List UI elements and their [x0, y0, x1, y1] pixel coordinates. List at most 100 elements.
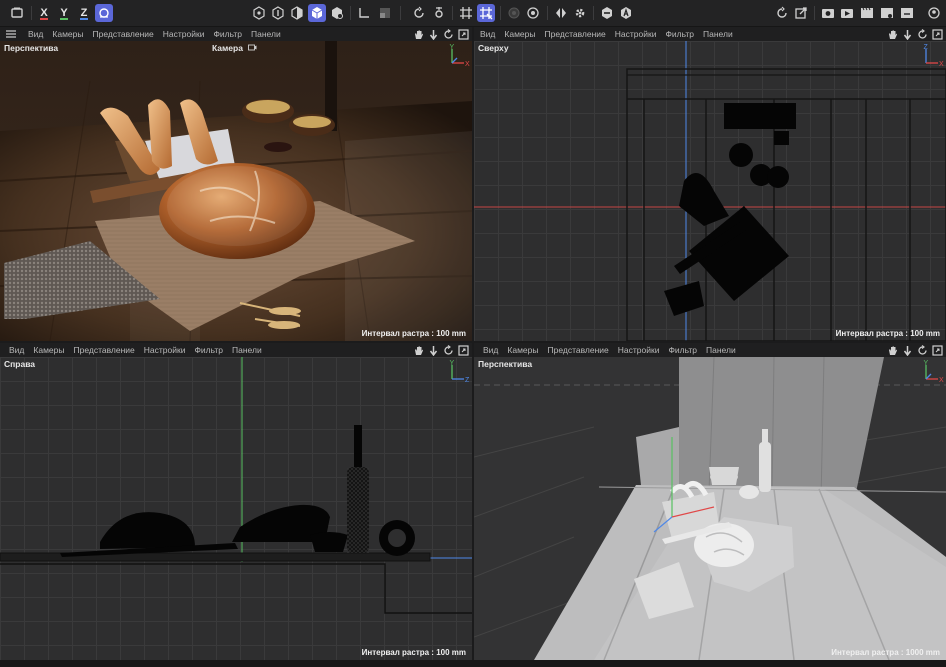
menu-display[interactable]: Представление [544, 29, 605, 39]
menu-options[interactable]: Настройки [163, 29, 205, 39]
menu-options[interactable]: Настройки [615, 29, 657, 39]
world-coordinates-icon[interactable] [95, 4, 113, 22]
record-icon[interactable] [505, 4, 523, 22]
workplane-icon[interactable] [477, 4, 495, 22]
viewport-perspective-textured[interactable]: Вид Камеры Представление Настройки Фильт… [0, 27, 472, 341]
viewport-title: Перспектива [4, 43, 59, 53]
keyframe-icon[interactable] [524, 4, 542, 22]
axis-mode-icon[interactable] [355, 4, 373, 22]
hamburger-menu-icon[interactable] [3, 27, 19, 41]
grid-icon[interactable] [457, 4, 475, 22]
gizmo-x-label: X [939, 377, 944, 384]
menu-filter[interactable]: Фильтр [194, 345, 223, 355]
axis-gizmo: Y X [446, 43, 471, 69]
top-view-silhouettes [474, 41, 946, 341]
z-axis-lock-button[interactable]: Z [75, 4, 93, 22]
viewport-menubar: Вид Камеры Представление Настройки Фильт… [0, 343, 472, 357]
viewport-canvas[interactable]: Справа Y Z Интервал растра : 100 mm [0, 357, 472, 660]
y-axis-lock-button[interactable]: Y [55, 4, 73, 22]
dolly-arrow-icon[interactable] [901, 28, 913, 40]
menu-cameras[interactable]: Камеры [33, 345, 64, 355]
grid-spacing-label: Интервал растра : 100 mm [361, 329, 466, 338]
edges-mode-icon[interactable] [269, 4, 287, 22]
grid-spacing-label: Интервал растра : 100 mm [361, 648, 466, 657]
model-mode-icon[interactable] [308, 4, 326, 22]
menu-options[interactable]: Настройки [144, 345, 186, 355]
render-view-icon[interactable] [819, 4, 837, 22]
polygons-mode-icon[interactable] [288, 4, 306, 22]
viewport-title: Сверху [478, 43, 509, 53]
snap-mode-icon[interactable] [376, 4, 394, 22]
hexagon-icon[interactable] [598, 4, 616, 22]
gizmo-z-label: Z [465, 377, 470, 384]
menu-filter[interactable]: Фильтр [668, 345, 697, 355]
gizmo-z-label: Z [924, 44, 929, 51]
viewport-perspective-shaded[interactable]: Вид Камеры Представление Настройки Фильт… [474, 343, 946, 660]
film-settings-icon[interactable] [878, 4, 896, 22]
orbit-icon[interactable] [916, 28, 928, 40]
viewport-canvas[interactable]: Перспектива Камера Y X Интервал растра :… [0, 41, 472, 341]
menu-view[interactable]: Вид [483, 345, 498, 355]
axis-gizmo: Z X [920, 43, 945, 69]
menu-panels[interactable]: Панели [251, 29, 281, 39]
menu-filter[interactable]: Фильтр [665, 29, 694, 39]
camera-icon [248, 43, 257, 53]
maximize-viewport-icon[interactable] [457, 344, 469, 356]
viewport-top[interactable]: Вид Камеры Представление Настройки Фильт… [474, 27, 946, 341]
pan-hand-icon[interactable] [412, 344, 424, 356]
viewport-title: Справа [4, 359, 36, 369]
menu-display[interactable]: Представление [547, 345, 608, 355]
points-mode-icon[interactable] [250, 4, 268, 22]
menu-display[interactable]: Представление [73, 345, 134, 355]
view-toggle-icon[interactable] [8, 4, 26, 22]
menu-view[interactable]: Вид [9, 345, 24, 355]
menu-cameras[interactable]: Камеры [504, 29, 535, 39]
user-icon[interactable] [925, 4, 943, 22]
menu-display[interactable]: Представление [92, 29, 153, 39]
film-icon[interactable] [858, 4, 876, 22]
maximize-viewport-icon[interactable] [931, 28, 943, 40]
axis-gizmo: Y X [920, 359, 945, 385]
dolly-arrow-icon[interactable] [901, 344, 913, 356]
object-mode-icon[interactable] [328, 4, 346, 22]
viewport-menubar: Вид Камеры Представление Настройки Фильт… [0, 27, 472, 41]
dolly-arrow-icon[interactable] [427, 344, 439, 356]
render-queue-icon[interactable] [898, 4, 916, 22]
symmetry-icon[interactable] [552, 4, 570, 22]
maximize-viewport-icon[interactable] [457, 28, 469, 40]
menu-panels[interactable]: Панели [232, 345, 262, 355]
grid-spacing-label: Интервал растра : 100 mm [835, 329, 940, 338]
orbit-icon[interactable] [442, 28, 454, 40]
menu-cameras[interactable]: Камеры [52, 29, 83, 39]
pan-hand-icon[interactable] [886, 344, 898, 356]
pan-hand-icon[interactable] [886, 28, 898, 40]
x-axis-lock-button[interactable]: X [35, 4, 53, 22]
camera-label[interactable]: Камера [212, 43, 257, 53]
menu-view[interactable]: Вид [28, 29, 43, 39]
rotate-icon[interactable] [410, 4, 428, 22]
settings-icon[interactable] [571, 4, 589, 22]
orbit-icon[interactable] [916, 344, 928, 356]
undo-icon[interactable] [773, 4, 791, 22]
side-view-silhouettes [0, 357, 472, 614]
pan-hand-icon[interactable] [412, 28, 424, 40]
render-icon[interactable] [838, 4, 856, 22]
menu-options[interactable]: Настройки [618, 345, 660, 355]
gizmo-y-label: Y [924, 360, 929, 367]
viewport-canvas[interactable]: Сверху Z X Интервал растра : 100 mm [474, 41, 946, 341]
export-icon[interactable] [792, 4, 810, 22]
orbit-icon[interactable] [442, 344, 454, 356]
menu-panels[interactable]: Панели [703, 29, 733, 39]
menu-cameras[interactable]: Камеры [507, 345, 538, 355]
viewport-right[interactable]: Вид Камеры Представление Настройки Фильт… [0, 343, 472, 660]
axis-gizmo: Y Z [446, 359, 471, 385]
menu-view[interactable]: Вид [480, 29, 495, 39]
text-icon[interactable] [617, 4, 635, 22]
menu-filter[interactable]: Фильтр [213, 29, 242, 39]
main-toolbar: X Y Z [0, 0, 946, 27]
viewport-canvas[interactable]: Перспектива Y X Интервал растра : 1000 m… [474, 357, 946, 660]
menu-panels[interactable]: Панели [706, 345, 736, 355]
dolly-arrow-icon[interactable] [427, 28, 439, 40]
maximize-viewport-icon[interactable] [931, 344, 943, 356]
move-settings-icon[interactable] [430, 4, 448, 22]
